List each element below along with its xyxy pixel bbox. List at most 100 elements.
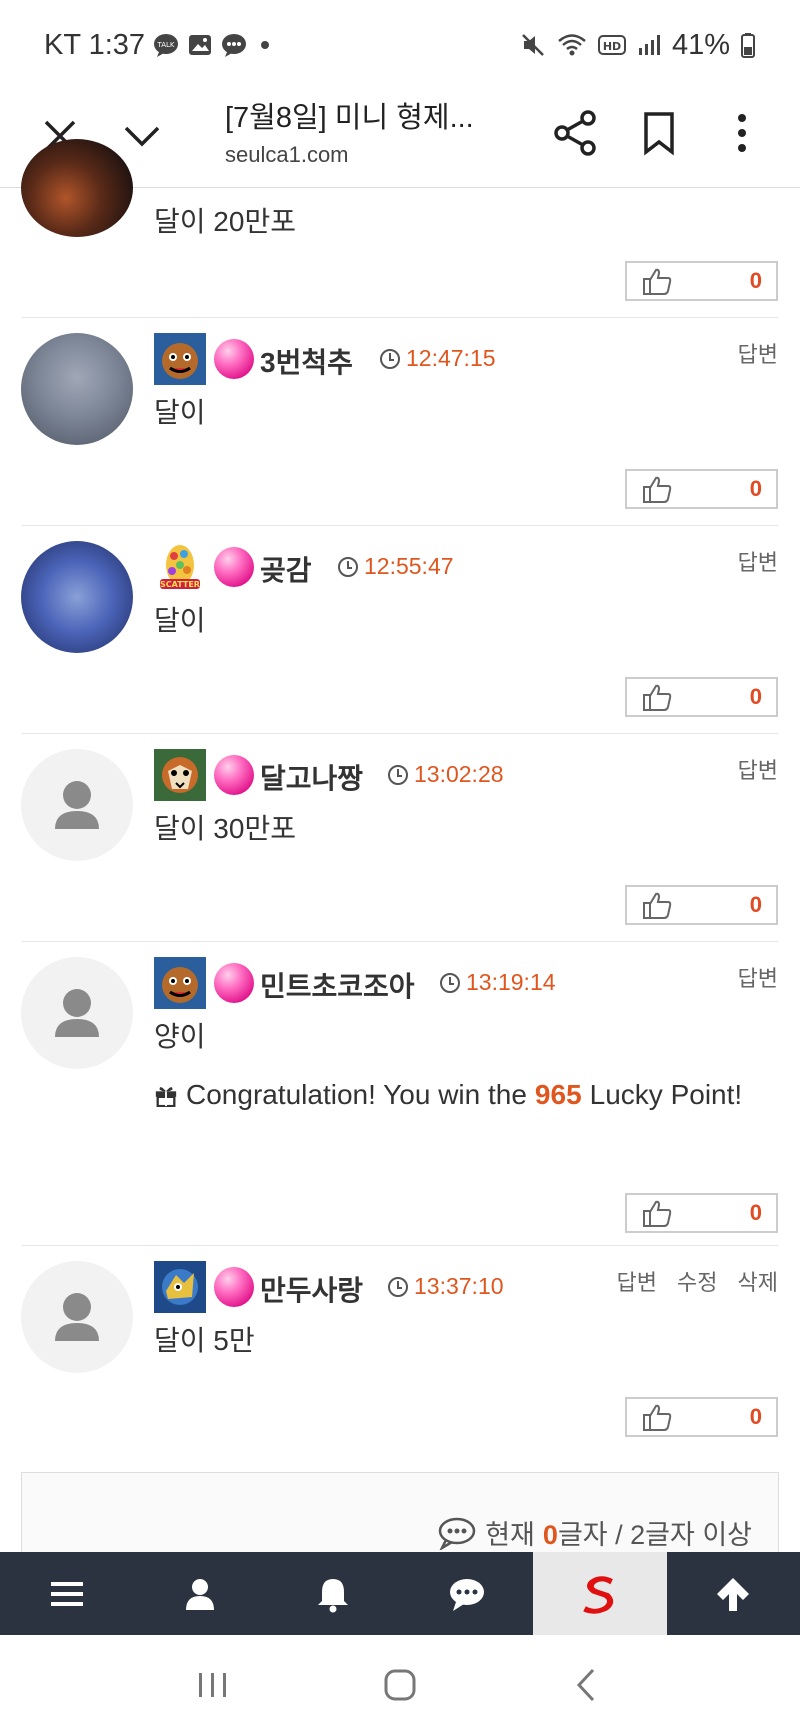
comment-divider (22, 1245, 778, 1246)
lucky-suffix: Lucky Point! (589, 1079, 743, 1110)
battery-icon (741, 33, 755, 58)
comment-text: 달이 20만포 (154, 206, 296, 237)
chat-button[interactable] (400, 1552, 533, 1635)
delete-link[interactable]: 삭제 (738, 1265, 778, 1297)
lucky-point-message: Congratulation! You win the 965 Lucky Po… (154, 1079, 742, 1111)
site-logo-button[interactable] (533, 1552, 667, 1635)
comment-text: 양이 (154, 1021, 206, 1052)
avatar[interactable] (21, 139, 133, 237)
scroll-top-button[interactable] (667, 1552, 800, 1635)
speech-bubble-icon (438, 1517, 476, 1550)
recent-apps-icon[interactable] (193, 1665, 233, 1705)
avatar[interactable] (21, 333, 133, 445)
menu-icon (50, 1581, 83, 1606)
system-navigation-bar (0, 1635, 800, 1734)
comment-author[interactable]: 만두사랑 (260, 1269, 363, 1309)
reply-link[interactable]: 답변 (738, 753, 778, 785)
default-user-icon (55, 781, 99, 829)
thumbs-up-icon (643, 268, 672, 295)
comment-time: 12:47:15 (380, 345, 496, 372)
like-button[interactable]: 0 (625, 1397, 778, 1437)
hd-icon: HD (597, 35, 626, 55)
like-button[interactable]: 0 (625, 1193, 778, 1233)
back-icon[interactable] (567, 1665, 607, 1705)
default-user-icon (55, 989, 99, 1037)
arrow-up-icon (717, 1577, 750, 1611)
like-count: 0 (749, 892, 762, 917)
counter-value: 0 (542, 1520, 558, 1550)
profile-button[interactable] (133, 1552, 266, 1635)
bottom-navigation: 148 (0, 1552, 800, 1635)
member-ball-icon (214, 1267, 254, 1307)
reply-link[interactable]: 답변 (738, 545, 778, 577)
notifications-button[interactable]: 148 (267, 1552, 604, 1635)
share-icon[interactable] (552, 108, 598, 158)
more-notifications-dot (261, 41, 270, 49)
status-bar: KT 1:37 TALK HD 41% (0, 0, 800, 90)
comment-time: 13:37:10 (388, 1273, 504, 1300)
comment-time: 13:02:28 (388, 761, 504, 788)
clock-icon (380, 348, 400, 369)
svg-text:TALK: TALK (157, 41, 175, 49)
battery-percent: 41% (671, 28, 730, 61)
chevron-down-icon[interactable] (120, 114, 164, 158)
level-badge-icon: SCATTER (160, 545, 200, 589)
more-options-icon[interactable] (722, 108, 762, 158)
comment-author[interactable]: 곶감 (260, 549, 312, 589)
avatar[interactable] (21, 1261, 133, 1373)
menu-button[interactable] (0, 1552, 133, 1635)
member-ball-icon (214, 339, 254, 379)
site-logo-icon (583, 1575, 614, 1614)
bookmark-icon[interactable] (636, 108, 682, 158)
time-value: 13:19:14 (466, 969, 556, 995)
level-badge-icon (154, 333, 206, 385)
member-ball-icon (214, 547, 254, 587)
like-count: 0 (749, 1404, 762, 1429)
avatar[interactable] (21, 749, 133, 861)
svg-text:HD: HD (603, 40, 621, 53)
comment-divider (22, 733, 778, 734)
char-counter: 현재 0글자 / 2글자 이상 (437, 1513, 752, 1552)
comment-author[interactable]: 달고나짱 (260, 757, 363, 797)
like-button[interactable]: 0 (625, 885, 778, 925)
home-icon[interactable] (380, 1665, 420, 1705)
lucky-prefix: Congratulation! You win the (186, 1079, 527, 1110)
page-title[interactable]: [7월8일] 미니 형제... (225, 94, 474, 136)
reply-link[interactable]: 답변 (738, 961, 778, 993)
comment-actions: 답변 (738, 337, 778, 369)
edit-link[interactable]: 수정 (677, 1265, 717, 1297)
thumbs-up-icon (643, 1200, 672, 1227)
counter-suffix: 글자 / 2글자 이상 (557, 1520, 752, 1550)
talk-notification-icon: TALK (154, 34, 179, 57)
like-button[interactable]: 0 (625, 677, 778, 717)
level-badge-icon (154, 1261, 206, 1313)
mute-icon (522, 34, 544, 56)
signal-icon (638, 35, 660, 55)
counter-label: 현재 (485, 1520, 535, 1550)
time-value: 13:02:28 (414, 761, 504, 787)
like-button[interactable]: 0 (625, 261, 778, 301)
carrier-time: KT 1:37 (44, 28, 146, 61)
like-count: 0 (749, 1200, 762, 1225)
comment-actions: 답변 (738, 753, 778, 785)
time-value: 12:47:15 (406, 345, 496, 371)
comment-author[interactable]: 3번척추 (260, 341, 353, 381)
clock-icon (388, 1276, 408, 1297)
avatar[interactable] (21, 957, 133, 1069)
time-value: 12:55:47 (364, 553, 454, 579)
user-icon (185, 1578, 214, 1610)
comment-write-box[interactable]: 현재 0글자 / 2글자 이상 (21, 1472, 779, 1552)
bell-icon (318, 1578, 349, 1612)
comment-author[interactable]: 민트초코조아 (260, 965, 415, 1005)
like-button[interactable]: 0 (625, 469, 778, 509)
thumbs-up-icon (643, 684, 672, 711)
reply-link[interactable]: 답변 (617, 1265, 657, 1297)
time-value: 13:37:10 (414, 1273, 504, 1299)
level-badge-icon (154, 749, 206, 801)
page-url[interactable]: seulca1.com (225, 142, 349, 168)
comment-text: 달이 (154, 397, 206, 428)
avatar[interactable] (21, 541, 133, 653)
comment-text: 달이 (154, 605, 206, 636)
reply-link[interactable]: 답변 (738, 337, 778, 369)
svg-text:SCATTER: SCATTER (160, 580, 200, 589)
